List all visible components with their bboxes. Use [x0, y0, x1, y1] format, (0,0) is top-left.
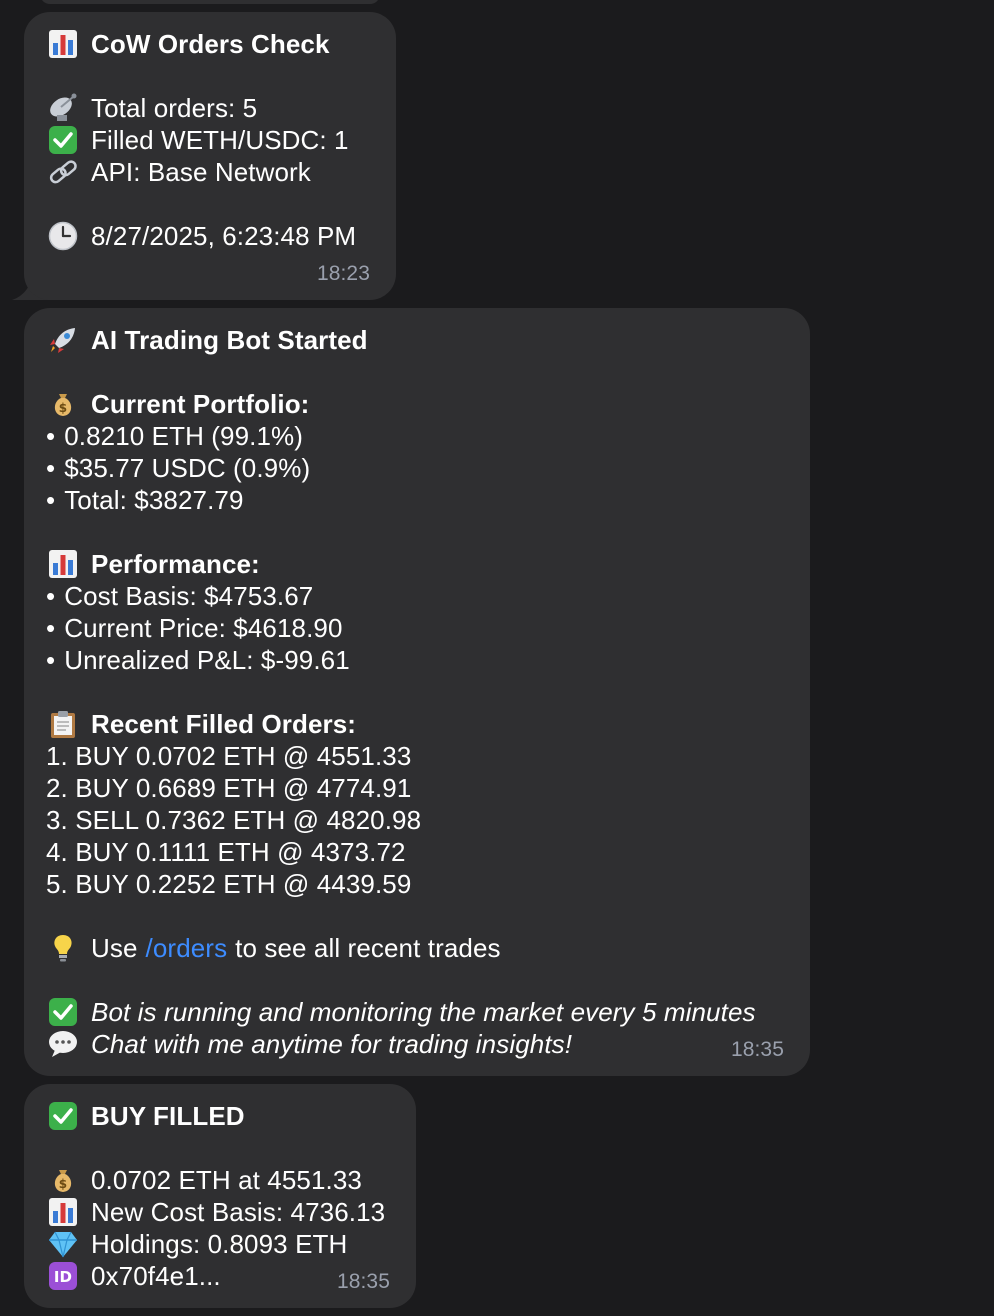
clipboard-icon: [46, 708, 80, 740]
money-bag-icon: $: [46, 1164, 80, 1196]
portfolio-total: Total: $3827.79: [64, 485, 244, 515]
speech-bubble-icon: [46, 1028, 80, 1060]
portfolio-usdc: $35.77 USDC (0.9%): [64, 453, 311, 483]
order-item: 3. SELL 0.7362 ETH @ 4820.98: [46, 805, 422, 835]
message-title: CoW Orders Check: [91, 29, 330, 59]
clock-icon: [46, 220, 80, 252]
total-orders-text: Total orders: 5: [91, 93, 258, 123]
order-item: 4. BUY 0.1111 ETH @ 4373.72: [46, 837, 406, 867]
message-timestamp: 18:35: [730, 1038, 784, 1061]
fill-amount-text: 0.0702 ETH at 4551.33: [91, 1165, 362, 1195]
order-id-text: 0x70f4e1...: [91, 1261, 221, 1291]
datetime-text: 8/27/2025, 6:23:48 PM: [91, 221, 357, 251]
unrealized-pnl: Unrealized P&L: $-99.61: [64, 645, 350, 675]
order-item: 1. BUY 0.0702 ETH @ 4551.33: [46, 741, 412, 771]
message-buy-filled: BUY FILLED $ 0.0702 ETH at 4551.33 New C…: [24, 1084, 416, 1308]
api-network-text: API: Base Network: [91, 157, 311, 187]
current-price: Current Price: $4618.90: [64, 613, 343, 643]
link-icon: [46, 156, 80, 188]
message-title: BUY FILLED: [91, 1101, 245, 1131]
message-title: AI Trading Bot Started: [91, 325, 368, 355]
bar-chart-icon: [46, 1196, 80, 1228]
tip-prefix: Use: [91, 933, 138, 963]
order-item: 2. BUY 0.6689 ETH @ 4774.91: [46, 773, 412, 803]
previous-message-edge: [40, 0, 380, 4]
order-item: 5. BUY 0.2252 ETH @ 4439.59: [46, 869, 412, 899]
check-mark-icon: [46, 996, 80, 1028]
message-timestamp: 18:23: [316, 262, 370, 285]
holdings-text: Holdings: 0.8093 ETH: [91, 1229, 348, 1259]
id-badge-icon: ID: [46, 1260, 80, 1292]
gem-icon: [46, 1228, 80, 1260]
new-cost-basis-text: New Cost Basis: 4736.13: [91, 1197, 386, 1227]
portfolio-header: Current Portfolio:: [91, 389, 310, 419]
portfolio-eth: 0.8210 ETH (99.1%): [64, 421, 304, 451]
svg-text:$: $: [59, 1177, 67, 1191]
satellite-dish-icon: [46, 92, 80, 124]
svg-text:$: $: [59, 401, 67, 415]
message-cow-orders-check: CoW Orders Check Total orders: 5 Filled …: [24, 12, 396, 300]
chat-invite-text: Chat with me anytime for trading insight…: [91, 1029, 573, 1059]
bot-status-text: Bot is running and monitoring the market…: [91, 997, 756, 1027]
check-mark-icon: [46, 124, 80, 156]
orders-command-link[interactable]: /orders: [146, 932, 228, 964]
performance-header: Performance:: [91, 549, 260, 579]
orders-header: Recent Filled Orders:: [91, 709, 357, 739]
rocket-icon: [46, 324, 80, 356]
bar-chart-icon: [46, 548, 80, 580]
check-mark-icon: [46, 1100, 80, 1132]
money-bag-icon: $: [46, 388, 80, 420]
cost-basis: Cost Basis: $4753.67: [64, 581, 314, 611]
message-timestamp: 18:35: [336, 1270, 390, 1293]
filled-count-text: Filled WETH/USDC: 1: [91, 125, 349, 155]
light-bulb-icon: [46, 932, 80, 964]
id-badge-label: ID: [54, 1268, 72, 1286]
bar-chart-icon: [46, 28, 80, 60]
message-bot-started: AI Trading Bot Started $ Current Portfol…: [24, 308, 810, 1076]
tip-suffix: to see all recent trades: [235, 933, 501, 963]
